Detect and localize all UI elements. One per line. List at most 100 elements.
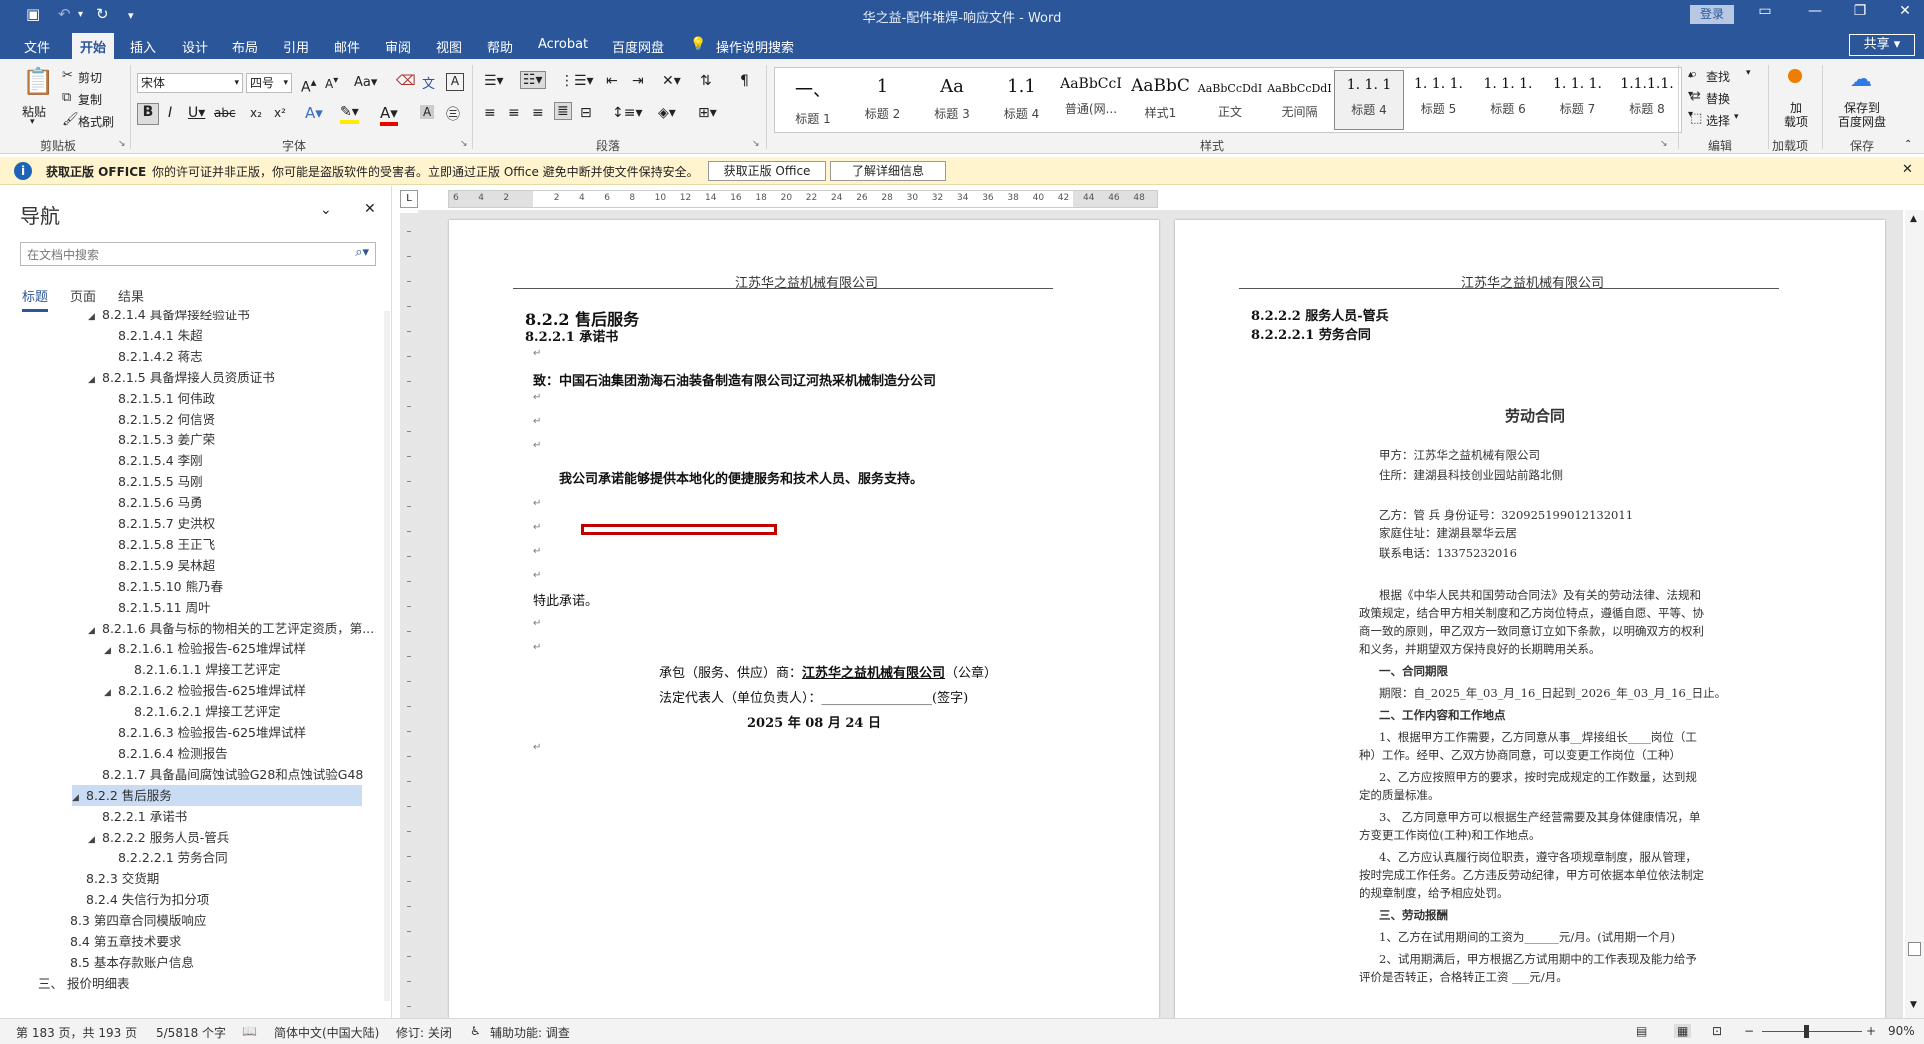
nav-heading-item[interactable]: 8.2.3 交货期 <box>86 868 159 889</box>
tab-baidu[interactable]: 百度网盘 <box>612 37 664 56</box>
nav-heading-item[interactable]: 三、 报价明细表 <box>38 973 129 990</box>
nav-heading-item[interactable]: ◢ 8.2.2 售后服务 <box>72 784 362 806</box>
nav-heading-item[interactable]: 8.3 第四章合同模版响应 <box>70 910 206 931</box>
italic-button[interactable]: I <box>168 105 172 121</box>
addins-button[interactable]: 加 载项 <box>1784 101 1808 129</box>
cut-button[interactable]: 剪切 <box>78 69 102 86</box>
clipboard-launcher-icon[interactable]: ↘ <box>118 139 126 149</box>
nav-heading-item[interactable]: 8.2.1.5.5 马刚 <box>118 471 203 492</box>
select-icon[interactable]: ⬚ <box>1690 111 1702 126</box>
nav-heading-item[interactable]: 8.2.1.5.11 周叶 <box>118 597 211 618</box>
zoom-in-icon[interactable]: + <box>1866 1024 1876 1038</box>
tab-mailings[interactable]: 邮件 <box>334 37 360 56</box>
close-icon[interactable]: ✕ <box>1890 3 1920 19</box>
numbering-icon[interactable]: ☷▾ <box>520 71 546 89</box>
tab-selector[interactable]: L <box>400 190 418 208</box>
replace-button[interactable]: 替换 <box>1706 90 1730 107</box>
nav-tab-pages[interactable]: 页面 <box>70 286 96 305</box>
underline-button[interactable]: U▾ <box>188 105 205 121</box>
nav-heading-item[interactable]: 8.2.2.2.1 劳务合同 <box>118 847 228 868</box>
read-mode-icon[interactable]: ▤ <box>1636 1024 1647 1038</box>
style-item[interactable]: 1 标题 2 <box>848 70 918 130</box>
nav-heading-item[interactable]: ◢ 8.2.2.2 服务人员-管兵 <box>88 827 229 848</box>
font-color-icon[interactable]: A▾ <box>380 104 398 126</box>
nav-heading-item[interactable]: 8.2.2.1 承诺书 <box>102 806 187 827</box>
collapse-triangle-icon[interactable]: ◢ <box>104 683 118 704</box>
sort-icon[interactable]: ⇅ <box>700 73 712 89</box>
paragraph-launcher-icon[interactable]: ↘ <box>752 139 760 149</box>
borders-icon[interactable]: ⊞▾ <box>698 105 717 121</box>
nav-heading-item[interactable]: 8.2.1.5.7 史洪权 <box>118 513 215 534</box>
nav-heading-item[interactable]: 8.2.1.5.9 吴林超 <box>118 555 215 576</box>
style-item[interactable]: AaBbC 样式1 <box>1126 70 1196 130</box>
nav-heading-item[interactable]: 8.2.1.6.1.1 焊接工艺评定 <box>134 659 281 680</box>
minimize-icon[interactable]: — <box>1800 3 1830 19</box>
tab-view[interactable]: 视图 <box>436 37 462 56</box>
subscript-button[interactable]: x₂ <box>250 106 262 120</box>
nav-heading-item[interactable]: 8.5 基本存款账户信息 <box>70 952 194 973</box>
char-border-icon[interactable]: A <box>446 73 464 91</box>
style-item[interactable]: 1. 1. 1. 标题 6 <box>1473 70 1543 130</box>
align-center-icon[interactable]: ≡ <box>508 105 520 121</box>
page-183[interactable]: 江苏华之益机械有限公司 8.2.2 售后服务 8.2.2.1 承诺书 致：中国石… <box>449 220 1159 1018</box>
tab-insert[interactable]: 插入 <box>130 37 156 56</box>
accessibility-icon[interactable]: ♿ <box>470 1024 481 1038</box>
nav-scrollbar[interactable] <box>384 311 390 1001</box>
replace-icon[interactable]: ⇄ <box>1690 89 1701 104</box>
horizontal-ruler[interactable]: 6 4 2 2 4 6 8 10 12 14 16 18 20 22 24 26 28 30 32 34 36 38 40 4… <box>448 190 1158 208</box>
nav-close-icon[interactable]: ✕ <box>364 201 376 217</box>
zoom-slider-thumb[interactable] <box>1804 1025 1809 1038</box>
find-button[interactable]: 查找 <box>1706 68 1730 85</box>
addins-icon[interactable] <box>1788 69 1802 83</box>
strikethrough-button[interactable]: abc <box>214 106 236 120</box>
style-item[interactable]: AaBbCcDdI 正文 <box>1195 70 1265 130</box>
nav-heading-item[interactable]: 8.2.1.4.2 蒋志 <box>118 346 203 367</box>
copy-icon[interactable]: ⧉ <box>62 90 71 105</box>
find-icon[interactable]: ⌕ <box>1690 67 1697 82</box>
style-item[interactable]: 1.1 标题 4 <box>987 70 1057 130</box>
decrease-indent-icon[interactable]: ⇤ <box>606 73 618 89</box>
bullets-icon[interactable]: ☰▾ <box>484 73 504 89</box>
tab-help[interactable]: 帮助 <box>487 37 513 56</box>
bold-button[interactable]: B <box>137 103 159 125</box>
nav-heading-item[interactable]: 8.2.1.6.3 检验报告-625堆焊试样 <box>118 722 306 743</box>
style-item[interactable]: 1. 1. 1. 标题 5 <box>1404 70 1474 130</box>
font-launcher-icon[interactable]: ↘ <box>460 139 468 149</box>
nav-heading-item[interactable]: ◢ 8.2.1.6 具备与标的物相关的工艺评定资质，第... <box>88 618 374 639</box>
style-item[interactable]: 1. 1. 1 标题 4 <box>1334 70 1404 130</box>
save-baidu-button[interactable]: 保存到 百度网盘 <box>1838 101 1886 129</box>
grow-font-icon[interactable]: A▴ <box>301 75 316 96</box>
nav-tab-headings[interactable]: 标题 <box>22 286 49 312</box>
text-effects-icon[interactable]: A▾ <box>305 104 323 122</box>
styles-launcher-icon[interactable]: ↘ <box>1660 139 1668 149</box>
word-count[interactable]: 5/5818 个字 <box>156 1024 226 1041</box>
collapse-triangle-icon[interactable]: ◢ <box>88 370 102 391</box>
tab-acrobat[interactable]: Acrobat <box>538 37 588 52</box>
style-item[interactable]: 1. 1. 1. 标题 7 <box>1543 70 1613 130</box>
line-spacing-icon[interactable]: ↕≡▾ <box>612 105 643 121</box>
search-icon[interactable]: ⌕▾ <box>355 245 369 260</box>
multilevel-list-icon[interactable]: ⋮☰▾ <box>560 73 594 89</box>
baidu-cloud-icon[interactable]: ☁ <box>1850 67 1872 92</box>
proofing-icon[interactable]: 📖 <box>242 1024 257 1038</box>
zoom-level[interactable]: 90% <box>1888 1024 1915 1038</box>
find-dropdown-icon[interactable]: ▾ <box>1746 68 1751 78</box>
restore-icon[interactable]: ❐ <box>1845 3 1875 19</box>
chinese-layout-icon[interactable]: ✕▾ <box>662 73 681 89</box>
style-item[interactable]: AaBbCcI 普通(网... <box>1056 70 1126 130</box>
get-genuine-button[interactable]: 获取正版 Office <box>708 161 826 181</box>
highlight-icon[interactable]: ✎▾ <box>340 104 359 124</box>
enclose-char-icon[interactable]: ㊂ <box>446 104 460 124</box>
tab-file[interactable]: 文件 <box>24 37 50 56</box>
align-right-icon[interactable]: ≡ <box>532 105 544 121</box>
tell-me-search[interactable]: 操作说明搜索 <box>716 37 794 56</box>
nav-heading-item[interactable]: 8.2.1.5.1 何伟政 <box>118 388 215 409</box>
copy-button[interactable]: 复制 <box>78 91 102 108</box>
accessibility-status[interactable]: 辅助功能: 调查 <box>490 1024 570 1041</box>
nav-heading-item[interactable]: 8.4 第五章技术要求 <box>70 931 181 952</box>
web-layout-icon[interactable]: ⊡ <box>1712 1024 1722 1038</box>
superscript-button[interactable]: x² <box>274 106 286 120</box>
track-changes-status[interactable]: 修订: 关闭 <box>396 1024 452 1041</box>
nav-heading-item[interactable]: 8.2.1.5.2 何信贤 <box>118 409 215 430</box>
clear-format-icon[interactable]: ⌫ <box>396 73 416 89</box>
